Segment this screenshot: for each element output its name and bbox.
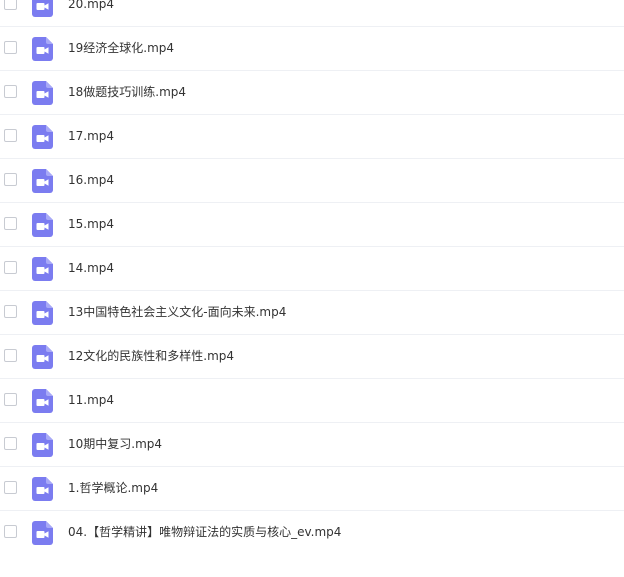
row-checkbox[interactable] [4, 85, 17, 98]
video-file-icon [32, 169, 53, 193]
file-name[interactable]: 1.哲学概论.mp4 [68, 479, 158, 497]
file-name[interactable]: 14.mp4 [68, 259, 114, 277]
row-checkbox[interactable] [4, 305, 17, 318]
video-file-icon [32, 213, 53, 237]
file-row[interactable]: 1.哲学概论.mp4 [0, 466, 624, 510]
file-name[interactable]: 04.【哲学精讲】唯物辩证法的实质与核心_ev.mp4 [68, 523, 341, 541]
file-name[interactable]: 17.mp4 [68, 127, 114, 145]
row-checkbox[interactable] [4, 0, 17, 10]
file-row[interactable]: 12文化的民族性和多样性.mp4 [0, 334, 624, 378]
file-row[interactable]: 20.mp4 [0, 0, 624, 26]
file-row[interactable]: 17.mp4 [0, 114, 624, 158]
row-checkbox[interactable] [4, 393, 17, 406]
file-row[interactable]: 19经济全球化.mp4 [0, 26, 624, 70]
row-checkbox[interactable] [4, 349, 17, 362]
file-row[interactable]: 18做题技巧训练.mp4 [0, 70, 624, 114]
file-row[interactable]: 15.mp4 [0, 202, 624, 246]
file-row[interactable]: 14.mp4 [0, 246, 624, 290]
file-name[interactable]: 13中国特色社会主义文化-面向未来.mp4 [68, 303, 286, 321]
file-name[interactable]: 15.mp4 [68, 215, 114, 233]
row-checkbox[interactable] [4, 217, 17, 230]
file-row[interactable]: 10期中复习.mp4 [0, 422, 624, 466]
file-name[interactable]: 20.mp4 [68, 0, 114, 13]
row-checkbox[interactable] [4, 437, 17, 450]
video-file-icon [32, 125, 53, 149]
row-checkbox[interactable] [4, 261, 17, 274]
video-file-icon [32, 81, 53, 105]
row-checkbox[interactable] [4, 173, 17, 186]
file-name[interactable]: 10期中复习.mp4 [68, 435, 162, 453]
video-file-icon [32, 345, 53, 369]
video-file-icon [32, 257, 53, 281]
video-file-icon [32, 389, 53, 413]
file-row[interactable]: 04.【哲学精讲】唯物辩证法的实质与核心_ev.mp4 [0, 510, 624, 554]
row-checkbox[interactable] [4, 129, 17, 142]
row-checkbox[interactable] [4, 525, 17, 538]
file-name[interactable]: 16.mp4 [68, 171, 114, 189]
file-name[interactable]: 18做题技巧训练.mp4 [68, 83, 186, 101]
file-name[interactable]: 19经济全球化.mp4 [68, 39, 174, 57]
video-file-icon [32, 521, 53, 545]
file-row[interactable]: 13中国特色社会主义文化-面向未来.mp4 [0, 290, 624, 334]
file-row[interactable]: 11.mp4 [0, 378, 624, 422]
video-file-icon [32, 433, 53, 457]
video-file-icon [32, 301, 53, 325]
video-file-icon [32, 0, 53, 17]
row-checkbox[interactable] [4, 41, 17, 54]
video-file-icon [32, 37, 53, 61]
file-row[interactable]: 16.mp4 [0, 158, 624, 202]
file-name[interactable]: 11.mp4 [68, 391, 114, 409]
video-file-icon [32, 477, 53, 501]
file-list: 20.mp4 19经济全球化.mp4 18做题技巧训练.mp4 17.mp4 1… [0, 0, 624, 559]
row-checkbox[interactable] [4, 481, 17, 494]
file-name[interactable]: 12文化的民族性和多样性.mp4 [68, 347, 234, 365]
